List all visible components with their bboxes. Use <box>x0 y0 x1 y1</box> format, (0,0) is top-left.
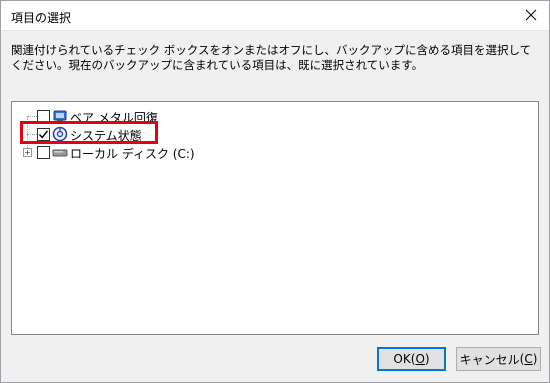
tree-item-system-state[interactable]: システム状態 <box>12 125 538 143</box>
ok-label: OK <box>393 352 411 366</box>
tree-item-label: ベア メタル回復 <box>70 111 158 125</box>
cancel-mnemonic: C <box>524 352 533 366</box>
expand-toggle[interactable]: + <box>23 148 32 157</box>
tree-item-label: ローカル ディスク (C:) <box>70 147 195 161</box>
cancel-button[interactable]: キャンセル(C) <box>456 347 541 371</box>
local-disk-icon <box>52 144 68 160</box>
cancel-label: キャンセル <box>459 352 520 367</box>
checkmark-icon <box>38 130 49 139</box>
ok-button[interactable]: OK(O) <box>377 347 446 371</box>
tree-item-label: システム状態 <box>70 129 142 143</box>
bare-metal-icon <box>52 108 68 124</box>
tree-item-bare-metal[interactable]: ベア メタル回復 <box>12 107 538 125</box>
local-disk-checkbox[interactable] <box>37 146 50 159</box>
ok-mnemonic: O <box>415 352 425 366</box>
close-icon <box>525 9 537 24</box>
items-tree[interactable]: ベア メタル回復 システム状態 + ローカル ディスク (C:) <box>11 101 539 335</box>
close-button[interactable] <box>519 4 543 28</box>
select-items-dialog: 項目の選択 関連付けられているチェック ボックスをオンまたはオフにし、バックアッ… <box>0 0 550 383</box>
system-state-icon <box>52 126 68 142</box>
system-state-checkbox[interactable] <box>37 128 50 141</box>
plus-icon: + <box>24 147 31 157</box>
tree-item-local-disk[interactable]: + ローカル ディスク (C:) <box>12 143 538 161</box>
bare-metal-checkbox[interactable] <box>37 110 50 123</box>
dialog-title: 項目の選択 <box>11 11 72 25</box>
instructions-text: 関連付けられているチェック ボックスをオンまたはオフにし、バックアップに含める項… <box>11 43 532 72</box>
title-bar: 項目の選択 <box>1 1 549 31</box>
